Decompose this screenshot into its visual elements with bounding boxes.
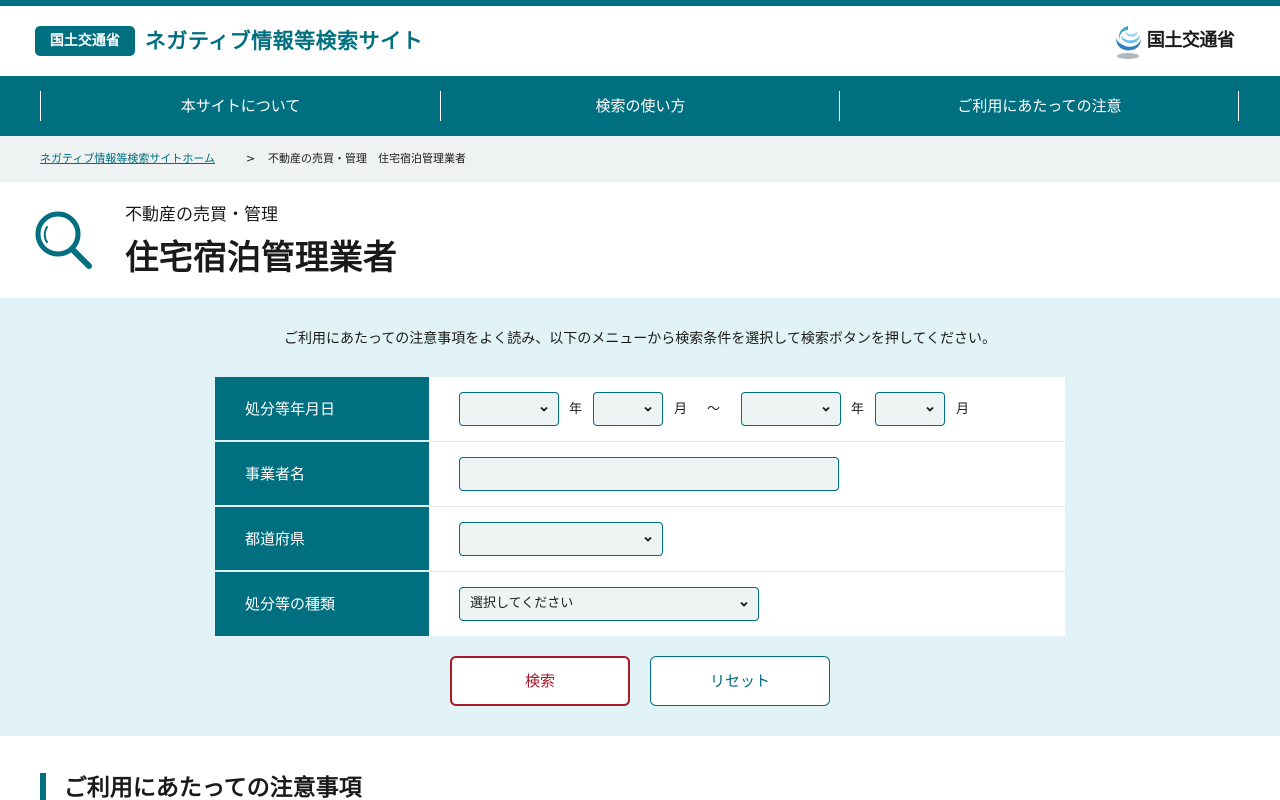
company-label: 事業者名 [215,442,429,506]
global-nav: 本サイトについて 検索の使い方 ご利用にあたっての注意 [0,76,1280,136]
company-name-input[interactable] [459,457,839,491]
form-row-prefecture: 都道府県 [215,507,1065,572]
chevron-down-icon [644,536,652,542]
breadcrumb-home-link[interactable]: ネガティブ情報等検索サイトホーム [40,151,215,167]
nav-item-about[interactable]: 本サイトについて [40,91,440,121]
from-month-select[interactable] [593,392,663,426]
search-button[interactable]: 検索 [450,656,630,706]
disposition-type-select[interactable]: 選択してください [459,587,759,621]
chevron-down-icon [644,406,652,412]
site-header: 国土交通省 ネガティブ情報等検索サイト 国土交通省 [0,6,1280,76]
prefecture-label: 都道府県 [215,507,429,571]
to-year-select[interactable] [741,392,841,426]
reset-button[interactable]: リセット [650,656,830,706]
chevron-down-icon [740,601,748,607]
date-range-separator: ～ [707,402,721,417]
chevron-down-icon [926,406,934,412]
chevron-down-icon [540,406,548,412]
form-row-date: 処分等年月日 年 月 ～ 年 月 [215,377,1065,442]
ministry-logo-text: 国土交通省 [1147,30,1235,51]
site-title[interactable]: ネガティブ情報等検索サイト [145,25,423,57]
page-title-area: 不動産の売買・管理 住宅宿泊管理業者 [0,182,1280,298]
to-month-select[interactable] [875,392,945,426]
usage-notes-heading: ご利用にあたっての注意事項 [40,773,362,800]
breadcrumb-separator: > [246,152,256,165]
to-year-unit: 年 [851,402,865,417]
from-month-unit: 月 [674,402,688,417]
search-instruction: ご利用にあたっての注意事項をよく読み、以下のメニューから検索条件を選択して検索ボ… [283,331,997,347]
from-year-unit: 年 [569,402,583,417]
from-year-select[interactable] [459,392,559,426]
nav-item-how-to-search[interactable]: 検索の使い方 [440,91,840,121]
search-icon [35,211,92,269]
chevron-down-icon [822,406,830,412]
breadcrumb-current: 不動産の売買・管理 住宅宿泊管理業者 [268,152,466,165]
breadcrumb: ネガティブ情報等検索サイトホーム > 不動産の売買・管理 住宅宿泊管理業者 [0,136,1280,182]
page-title: 住宅宿泊管理業者 [125,238,397,278]
mlit-wave-icon [1116,26,1141,59]
disposition-type-value: 選択してください [470,596,574,611]
prefecture-select[interactable] [459,522,663,556]
form-row-company: 事業者名 [215,442,1065,507]
type-label: 処分等の種類 [215,572,429,636]
search-panel: ご利用にあたっての注意事項をよく読み、以下のメニューから検索条件を選択して検索ボ… [0,298,1280,736]
page-category: 不動産の売買・管理 [125,205,278,225]
to-month-unit: 月 [956,402,970,417]
nav-divider [1238,91,1239,121]
ministry-badge: 国土交通省 [35,26,135,56]
form-row-type: 処分等の種類 選択してください [215,572,1065,636]
ministry-logo[interactable]: 国土交通省 [1113,24,1248,60]
date-label: 処分等年月日 [215,377,429,441]
nav-item-usage-notes[interactable]: ご利用にあたっての注意 [839,91,1239,121]
search-form: 処分等年月日 年 月 ～ 年 月 事業者名 都道府県 処分等の種類 選択してくだ… [215,377,1065,636]
